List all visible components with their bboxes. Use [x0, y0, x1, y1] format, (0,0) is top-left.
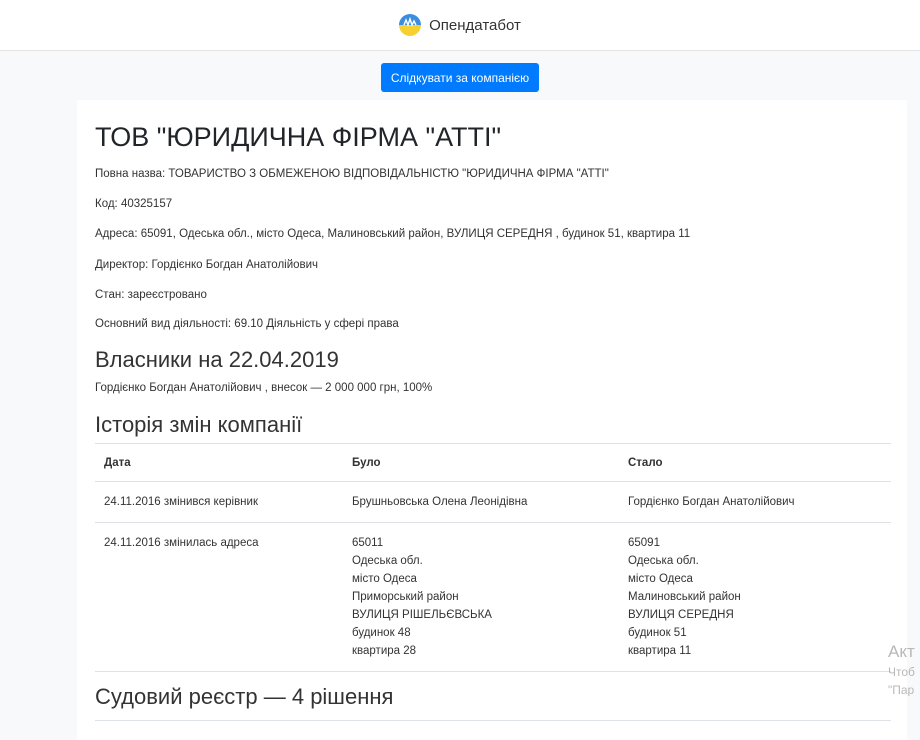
history-title: Історія змін компанії [95, 412, 303, 437]
cell-line: 65011 [352, 537, 384, 549]
full-name-value: ТОВАРИСТВО З ОБМЕЖЕНОЮ ВІДПОВІДАЛЬНІСТЮ … [168, 168, 609, 180]
activity-value: 69.10 Діяльність у сфері права [234, 318, 399, 330]
cell-line: місто Одеса [628, 573, 693, 585]
column-header-date: Дата [95, 443, 343, 482]
history-before-cell: 65011 Одеська обл. місто Одеса Приморськ… [343, 522, 619, 672]
column-header-before: Було [343, 443, 619, 482]
cell-line: 65091 [628, 537, 660, 549]
cell-line: будинок 48 [352, 627, 411, 639]
owner-line: Гордієнко Богдан Анатолійович , внесок —… [95, 382, 433, 394]
brand-name: Опендатабот [429, 16, 521, 34]
history-before-cell: Брушньовська Олена Леонідівна [343, 481, 619, 523]
cell-line: місто Одеса [352, 573, 417, 585]
watermark-line: Чтоб [888, 665, 915, 679]
history-table: Дата Було Стало 24.11.2016 змінився кері… [95, 443, 891, 672]
cell-line: Одеська обл. [628, 555, 699, 567]
code-row: Код: 40325157 [95, 198, 172, 210]
activity-label: Основний вид діяльності: [95, 318, 232, 330]
code-value: 40325157 [120, 198, 173, 210]
owners-title: Власники на 22.04.2019 [95, 347, 339, 372]
status-label: Стан: [95, 289, 125, 301]
cell-line: Брушньовська Олена Леонідівна [352, 496, 528, 508]
brand[interactable]: Опендатабот [399, 14, 521, 36]
watermark-line: Акт [888, 643, 915, 661]
address-row: Адреса: 65091, Одеська обл., місто Одеса… [95, 228, 690, 240]
table-row: 24.11.2016 змінився керівник Брушньовськ… [95, 481, 891, 523]
full-name-row: Повна назва: ТОВАРИСТВО З ОБМЕЖЕНОЮ ВІДП… [95, 168, 609, 180]
address-label: Адреса: [95, 228, 138, 240]
cell-line: Малиновський район [628, 591, 741, 603]
history-after-cell: Гордієнко Богдан Анатолійович [619, 481, 891, 523]
cell-line: будинок 51 [628, 627, 687, 639]
history-header-row: Дата Було Стало [95, 443, 891, 482]
cell-line: квартира 28 [352, 645, 417, 657]
follow-area: Слідкувати за компанією [0, 51, 920, 100]
code-label: Код: [95, 198, 118, 210]
director-label: Директор: [95, 259, 149, 271]
column-header-after: Стало [619, 443, 891, 482]
cell-line: квартира 11 [628, 645, 692, 657]
watermark-line: "Пар [888, 683, 915, 696]
cell-line: Гордієнко Богдан Анатолійович [628, 496, 795, 508]
cell-line: Одеська обл. [352, 555, 423, 567]
status-value: зареєстровано [127, 289, 207, 301]
address-value: 65091, Одеська обл., місто Одеса, Малино… [140, 228, 691, 240]
cell-line: ВУЛИЦЯ СЕРЕДНЯ [628, 609, 734, 621]
company-card: ТОВ "ЮРИДИЧНА ФІРМА "АТТІ" Повна назва: … [77, 100, 907, 740]
follow-company-button[interactable]: Слідкувати за компанією [380, 63, 540, 92]
divider [95, 720, 891, 721]
activation-watermark: Акт Чтоб "Пар [888, 643, 920, 696]
court-register-title[interactable]: Судовий реєстр — 4 рішення [95, 684, 393, 710]
company-title: ТОВ "ЮРИДИЧНА ФІРМА "АТТІ" [95, 122, 502, 152]
activity-row: Основний вид діяльності: 69.10 Діяльніст… [95, 318, 399, 330]
history-after-cell: 65091 Одеська обл. місто Одеса Малиновсь… [619, 522, 891, 672]
cell-line: Приморський район [352, 591, 459, 603]
cell-line: ВУЛИЦЯ РІШЕЛЬЄВСЬКА [352, 609, 492, 621]
full-name-label: Повна назва: [95, 168, 166, 180]
director-value: Гордієнко Богдан Анатолійович [151, 259, 319, 271]
top-navbar: Опендатабот [0, 0, 920, 51]
opendatabot-logo-icon [399, 14, 422, 36]
table-row: 24.11.2016 змінилась адреса 65011 Одеськ… [95, 522, 891, 672]
history-date-cell: 24.11.2016 змінилась адреса [95, 522, 343, 672]
status-row: Стан: зареєстровано [95, 289, 207, 301]
history-date-cell: 24.11.2016 змінився керівник [95, 481, 343, 523]
director-row: Директор: Гордієнко Богдан Анатолійович [95, 259, 318, 271]
